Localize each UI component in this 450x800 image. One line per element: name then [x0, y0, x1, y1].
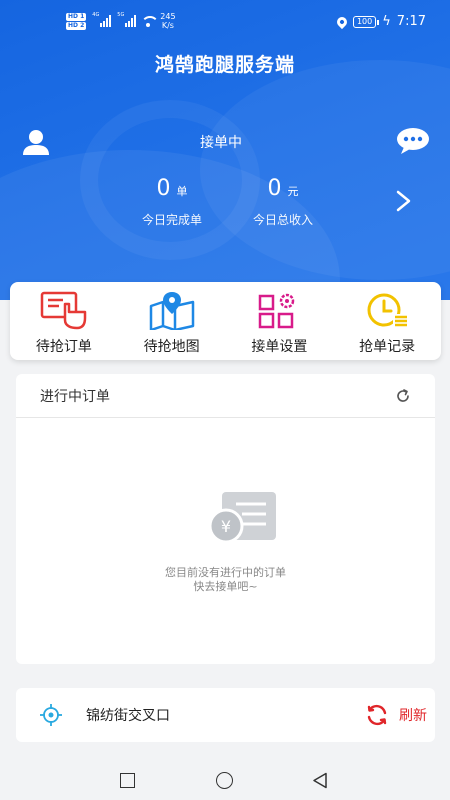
settings-grid-icon	[259, 293, 295, 329]
home-button[interactable]	[216, 772, 233, 789]
system-navigation-bar	[0, 760, 450, 800]
hd-badges: HD 1 HD 2	[66, 12, 87, 30]
quick-actions-card: 待抢订单 待抢地图 接单设置 抢单记录	[10, 282, 441, 360]
speed-value: 245	[160, 12, 176, 21]
wifi-icon	[140, 15, 160, 27]
today-completed-stat: 0单 今日完成单	[132, 176, 212, 228]
orders-title: 进行中订单	[40, 388, 110, 405]
income-label: 今日总收入	[252, 213, 313, 227]
quick-action-label: 抢单记录	[359, 339, 416, 355]
quick-action-label: 接单设置	[251, 339, 308, 355]
signal-2-type: 5G	[117, 12, 125, 18]
recent-apps-button[interactable]	[120, 773, 135, 788]
empty-line-1: 您目前没有进行中的订单	[165, 566, 286, 579]
quick-action-pending-map[interactable]: 待抢地图	[118, 282, 226, 360]
working-status-label[interactable]: 接单中	[182, 131, 260, 155]
orders-header: 进行中订单	[16, 374, 435, 418]
status-bar: HD 1 HD 2 4G 5G 245 K/s 100 ϟ 7:17	[0, 0, 450, 44]
clock-time: 7:17	[396, 14, 426, 29]
back-button[interactable]	[312, 772, 328, 789]
empty-orders-message: 您目前没有进行中的订单 快去接单吧~	[16, 566, 435, 594]
location-status-icon	[334, 14, 350, 29]
chevron-right-icon[interactable]	[396, 190, 412, 212]
today-income-stat: 0元 今日总收入	[244, 176, 322, 228]
hd1-badge: HD 1	[66, 12, 87, 21]
refresh-icon	[367, 704, 387, 726]
quick-action-pending-orders[interactable]: 待抢订单	[10, 282, 118, 360]
empty-line-2: 快去接单吧~	[193, 580, 258, 593]
quick-action-grab-record[interactable]: 抢单记录	[333, 282, 441, 360]
message-icon[interactable]	[396, 127, 430, 155]
app-title: 鸿鹄跑腿服务端	[154, 54, 295, 76]
speed-unit: K/s	[161, 21, 174, 30]
signal-1-icon: 4G	[92, 12, 112, 27]
income-unit: 元	[287, 185, 299, 198]
svg-text:¥: ¥	[221, 517, 231, 536]
crosshair-location-icon	[40, 704, 62, 726]
signal-2-icon: 5G	[117, 12, 137, 27]
hand-order-icon	[40, 291, 87, 330]
in-progress-orders-card: 进行中订单 ¥ 您目前没有进行中的订单 快去接单吧~	[16, 374, 435, 664]
current-location-bar: 锦纺街交叉口 刷新	[16, 688, 435, 742]
quick-action-order-settings[interactable]: 接单设置	[226, 282, 334, 360]
map-icon	[149, 292, 194, 330]
battery-icon: 100	[352, 15, 380, 28]
empty-orders-illustration: ¥	[208, 492, 276, 544]
hd2-badge: HD 2	[66, 21, 87, 30]
quick-action-label: 待抢地图	[143, 339, 200, 355]
completed-label: 今日完成单	[141, 213, 202, 227]
quick-action-label: 待抢订单	[35, 339, 92, 355]
refresh-location-button[interactable]: 刷新	[365, 704, 427, 726]
user-avatar-icon[interactable]	[22, 128, 50, 156]
income-value: 0	[267, 176, 282, 201]
completed-unit: 单	[176, 185, 188, 198]
network-speed: 245 K/s	[160, 12, 175, 30]
charging-icon: ϟ	[382, 14, 391, 29]
signal-1-type: 4G	[92, 12, 100, 18]
clock-record-icon	[367, 293, 408, 327]
completed-count: 0	[156, 176, 171, 201]
refresh-icon[interactable]	[395, 388, 411, 404]
refresh-label: 刷新	[399, 708, 427, 724]
current-address: 锦纺街交叉口	[86, 708, 170, 724]
